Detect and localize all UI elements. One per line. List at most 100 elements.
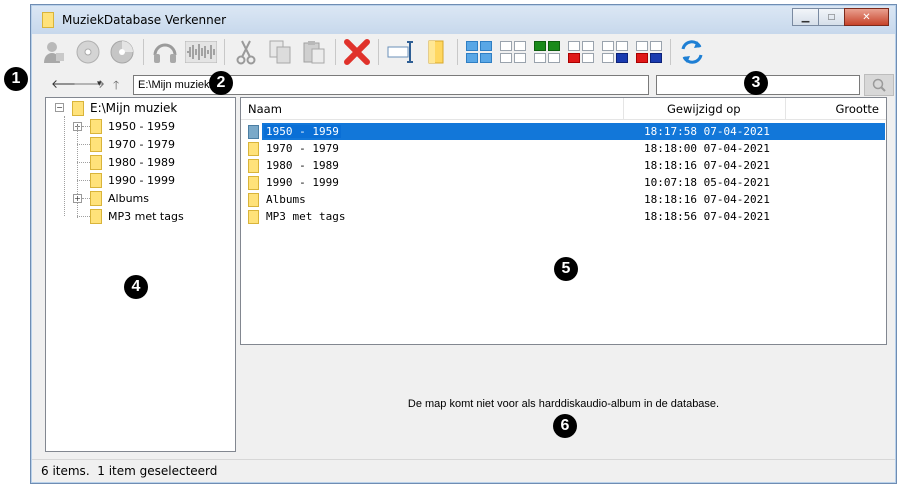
list-item[interactable]: 1980 - 1989 18:18:16 07-04-2021	[248, 157, 885, 174]
column-divider[interactable]	[623, 98, 624, 120]
folder-icon	[248, 209, 259, 224]
tree-item-label: 1950 - 1959	[108, 119, 175, 133]
list-item-name: Albums	[266, 193, 306, 206]
waveform-icon[interactable]	[184, 37, 218, 67]
view-red-icon[interactable]	[566, 37, 596, 67]
status-text: 6 items. 1 item geselecteerd	[41, 464, 218, 478]
app-folder-icon	[42, 12, 54, 28]
toolbar	[39, 35, 888, 69]
toolbar-separator	[224, 39, 225, 65]
tree-item-label: MP3 met tags	[108, 209, 184, 223]
list-item-modified: 10:07:18 05-04-2021	[644, 176, 770, 189]
cut-icon[interactable]	[231, 37, 261, 67]
tree-collapse-icon[interactable]: −	[55, 103, 64, 112]
list-item-name: 1990 - 1999	[266, 176, 339, 189]
close-button[interactable]: ✕	[844, 8, 889, 26]
list-item-name: 1950 - 1959	[264, 125, 341, 138]
headphones-icon[interactable]	[150, 37, 180, 67]
folder-icon	[248, 141, 259, 156]
tree-line	[77, 180, 90, 181]
list-item[interactable]: 1950 - 1959 18:17:58 07-04-2021	[248, 123, 885, 140]
tree-line	[82, 126, 90, 127]
copy-icon[interactable]	[265, 37, 295, 67]
tree-line	[77, 126, 78, 218]
tree-expand-icon[interactable]: +	[73, 194, 82, 203]
tree-line	[77, 144, 90, 145]
list-item-name: 1970 - 1979	[266, 142, 339, 155]
info-message: De map komt niet voor als harddiskaudio-…	[407, 398, 720, 410]
tree-item-1990-1999[interactable]: 1990 - 1999	[90, 171, 175, 189]
column-header-modified[interactable]: Gewijzigd op	[667, 98, 741, 120]
main-window: MuziekDatabase Verkenner ▁ □ ✕ 🡐 🡒 ▾ 🡑 E…	[30, 4, 897, 484]
tree-item-1970-1979[interactable]: 1970 - 1979	[90, 135, 175, 153]
column-divider[interactable]	[785, 98, 786, 120]
tree-item-label: E:\Mijn muziek	[90, 101, 178, 115]
list-item-name: MP3 met tags	[266, 210, 346, 223]
tree-item-root[interactable]: E:\Mijn muziek	[72, 99, 177, 117]
folder-icon	[90, 136, 102, 152]
status-bar: 6 items. 1 item geselecteerd	[32, 459, 895, 483]
view-blue-icon[interactable]	[600, 37, 630, 67]
tree-item-label: Albums	[108, 191, 149, 205]
tree-item-mp3-met-tags[interactable]: MP3 met tags	[90, 207, 184, 225]
list-item-modified: 18:18:16 07-04-2021	[644, 193, 770, 206]
delete-icon[interactable]	[342, 37, 372, 67]
maximize-button[interactable]: □	[818, 8, 845, 26]
folder-icon	[72, 100, 84, 116]
tree-line	[64, 116, 65, 216]
tree-item-label: 1980 - 1989	[108, 155, 175, 169]
new-folder-icon[interactable]	[421, 37, 451, 67]
list-item[interactable]: MP3 met tags 18:18:56 07-04-2021	[248, 208, 885, 225]
paste-icon[interactable]	[299, 37, 329, 67]
column-header-name[interactable]: Naam	[248, 98, 282, 120]
folder-tree[interactable]: − E:\Mijn muziek + 1950 - 1959 1970 - 19…	[45, 97, 236, 452]
callout-badge-4: 4	[124, 275, 148, 299]
list-item-modified: 18:18:56 07-04-2021	[644, 210, 770, 223]
list-item-modified: 18:17:58 07-04-2021	[644, 125, 770, 138]
history-dropdown-icon[interactable]: ▾	[97, 78, 102, 89]
folder-icon	[90, 118, 102, 134]
folder-icon	[248, 175, 259, 190]
list-item[interactable]: 1990 - 1999 10:07:18 05-04-2021	[248, 174, 885, 191]
tree-item-label: 1970 - 1979	[108, 137, 175, 151]
view-green-icon[interactable]	[532, 37, 562, 67]
selection-highlight	[262, 123, 885, 140]
title-bar[interactable]: MuziekDatabase Verkenner ▁ □ ✕	[32, 6, 895, 34]
list-item[interactable]: 1970 - 1979 18:18:00 07-04-2021	[248, 140, 885, 157]
tree-item-1980-1989[interactable]: 1980 - 1989	[90, 153, 175, 171]
tree-item-1950-1959[interactable]: 1950 - 1959	[90, 117, 175, 135]
list-item-name: 1980 - 1989	[266, 159, 339, 172]
toolbar-separator	[457, 39, 458, 65]
folder-icon	[90, 172, 102, 188]
toolbar-separator	[143, 39, 144, 65]
list-header: Naam Gewijzigd op Grootte	[241, 98, 886, 120]
folder-icon	[248, 192, 259, 207]
cd-icon[interactable]	[107, 37, 137, 67]
view-large-icon[interactable]	[464, 37, 494, 67]
window-title: MuziekDatabase Verkenner	[62, 13, 227, 27]
callout-badge-2: 2	[209, 71, 233, 95]
folder-icon	[90, 190, 102, 206]
user-icon[interactable]	[39, 37, 69, 67]
toolbar-separator	[670, 39, 671, 65]
minimize-button[interactable]: ▁	[792, 8, 819, 26]
toolbar-separator	[335, 39, 336, 65]
column-header-size[interactable]: Grootte	[835, 98, 879, 120]
view-redblue-icon[interactable]	[634, 37, 664, 67]
toolbar-separator	[378, 39, 379, 65]
callout-badge-1: 1	[4, 67, 28, 91]
up-arrow-icon[interactable]: 🡑	[113, 76, 119, 97]
folder-icon	[248, 124, 259, 139]
search-icon	[872, 78, 886, 92]
tree-item-label: 1990 - 1999	[108, 173, 175, 187]
list-item[interactable]: Albums 18:18:16 07-04-2021	[248, 191, 885, 208]
callout-badge-6: 6	[553, 414, 577, 438]
file-list[interactable]: Naam Gewijzigd op Grootte 1950 - 1959 18…	[240, 97, 887, 345]
search-button[interactable]	[864, 74, 894, 96]
tree-item-albums[interactable]: Albums	[90, 189, 149, 207]
rename-icon[interactable]	[385, 37, 417, 67]
refresh-icon[interactable]	[677, 37, 707, 67]
list-item-modified: 18:18:16 07-04-2021	[644, 159, 770, 172]
view-small-icon[interactable]	[498, 37, 528, 67]
disc-icon[interactable]	[73, 37, 103, 67]
